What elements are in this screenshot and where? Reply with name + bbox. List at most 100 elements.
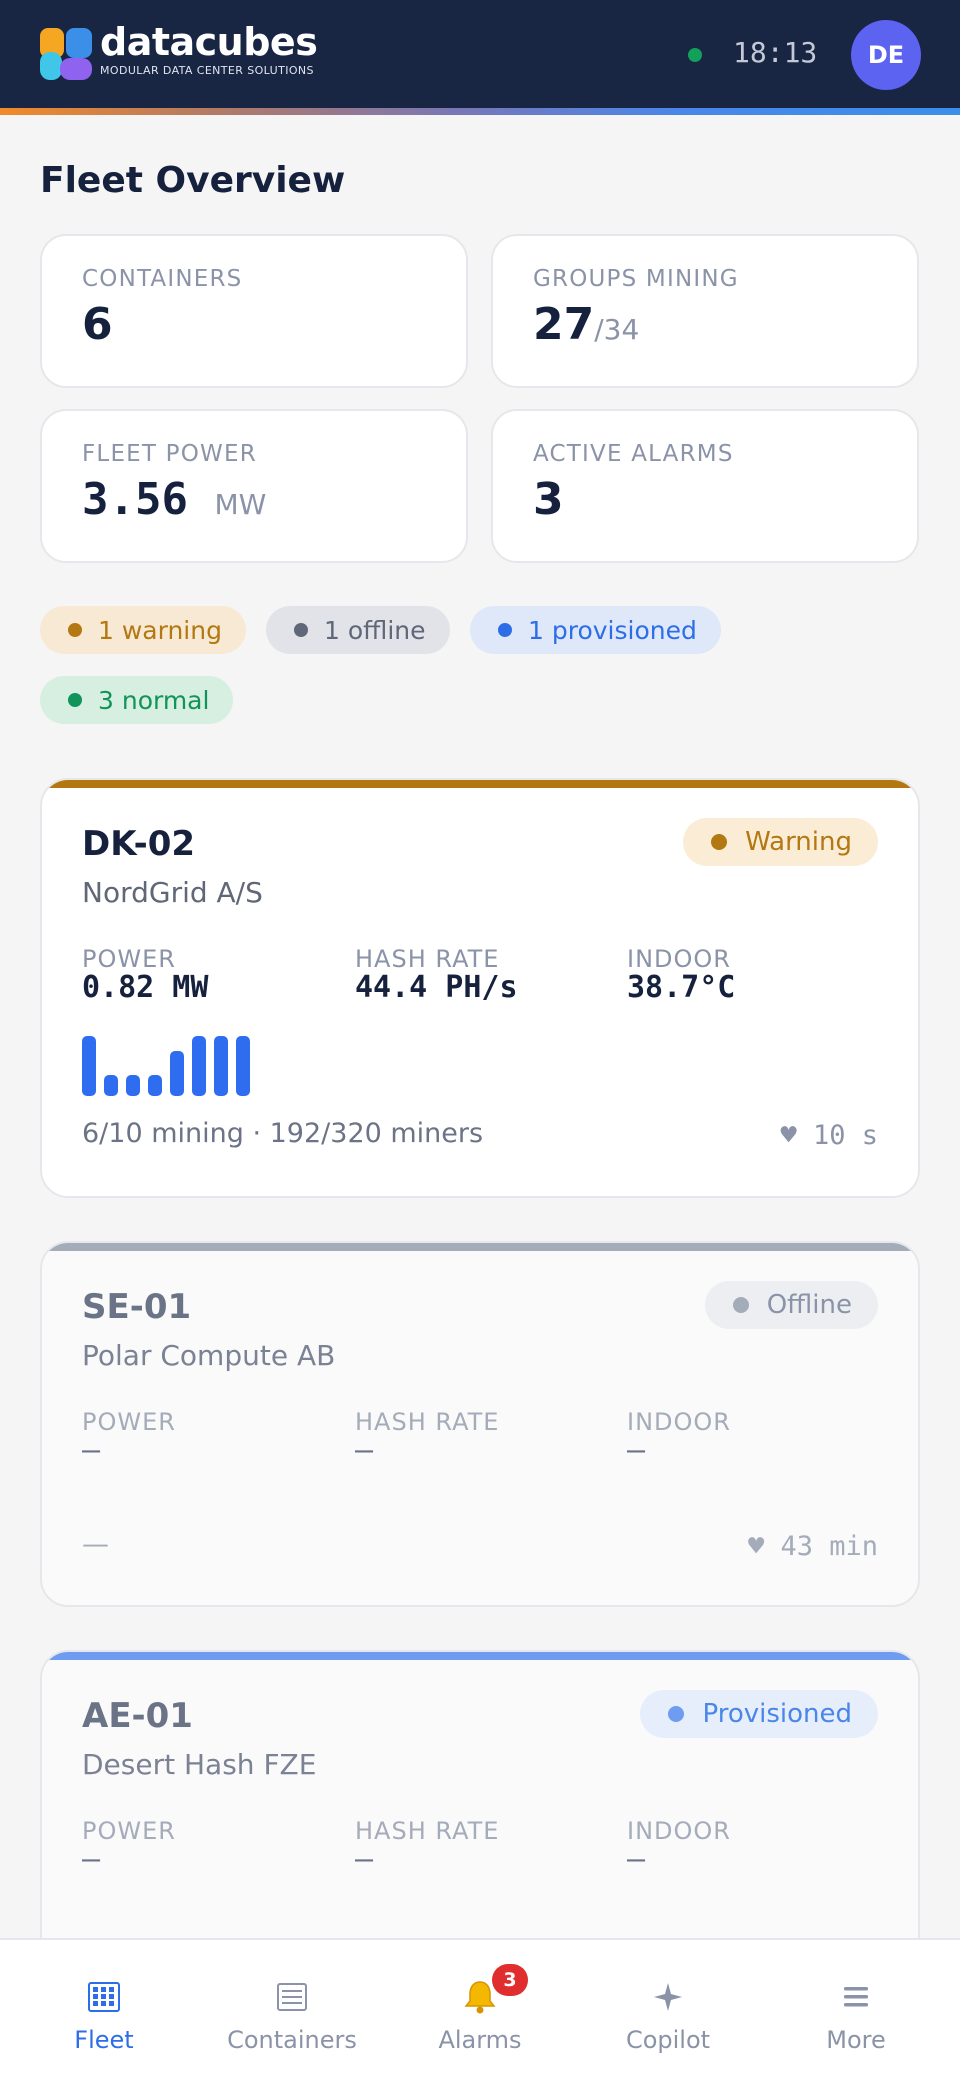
chip-label: 3 normal	[98, 685, 210, 715]
card-status-bar	[42, 1652, 918, 1660]
container-owner: Polar Compute AB	[82, 1339, 336, 1372]
chip-label: 1 provisioned	[528, 615, 697, 645]
group-bar	[82, 1036, 96, 1096]
stat-label: CONTAINERS	[82, 266, 243, 292]
header-accent-stripe	[0, 108, 960, 115]
group-bar	[170, 1051, 184, 1096]
container-card-ae-01[interactable]: AE-01 Desert Hash FZE Provisioned POWER …	[40, 1650, 920, 1980]
status-label: Warning	[745, 827, 852, 857]
status-dot	[68, 623, 82, 637]
metric-value: —	[355, 1433, 374, 1468]
stat-value: 6	[82, 299, 113, 350]
filter-chip-warning[interactable]: 1 warning	[40, 606, 246, 654]
user-avatar[interactable]: DE	[851, 20, 921, 90]
metric-label: INDOOR	[627, 1817, 731, 1845]
metric-label: INDOOR	[627, 945, 731, 973]
heartbeat: ♥ 10 s	[780, 1120, 878, 1151]
metric-value: —	[627, 1433, 646, 1468]
chip-label: 1 offline	[324, 615, 426, 645]
grid-icon	[8, 1978, 200, 2016]
tab-label: Fleet	[74, 2026, 134, 2054]
brand-name: datacubes	[100, 20, 318, 64]
bottom-tab-bar: Fleet Containers 3 Alarms Copilot More	[0, 1938, 960, 2078]
live-status-dot	[688, 48, 702, 62]
metric-indoor: INDOOR 38.7°C	[627, 946, 735, 1004]
bell-icon	[384, 1978, 576, 2016]
metric-power: POWER 0.82 MW	[82, 946, 208, 1004]
status-dot	[68, 693, 82, 707]
menu-icon	[760, 1978, 952, 2016]
container-card-dk-02[interactable]: DK-02 NordGrid A/S Warning POWER 0.82 MW…	[40, 778, 920, 1198]
tab-more[interactable]: More	[760, 1940, 952, 2078]
tab-label: Copilot	[625, 2026, 711, 2054]
page-title: Fleet Overview	[40, 160, 346, 201]
datacubes-logo[interactable]	[40, 28, 92, 80]
tab-copilot[interactable]: Copilot	[572, 1940, 764, 2078]
status-badge: Warning	[683, 818, 878, 866]
metric-label: HASH RATE	[355, 1408, 500, 1436]
status-label: Offline	[766, 1290, 852, 1320]
stat-label: GROUPS MINING	[533, 266, 739, 292]
clock: 18:13	[733, 36, 818, 69]
status-dot	[711, 834, 728, 850]
filter-chip-provisioned[interactable]: 1 provisioned	[470, 606, 721, 654]
group-bar	[104, 1075, 118, 1096]
metric-power: POWER —	[82, 1409, 176, 1467]
metric-value: —	[82, 1842, 101, 1877]
stat-fleet-power[interactable]: FLEET POWER 3.56 MW	[40, 409, 468, 563]
container-card-se-01[interactable]: SE-01 Polar Compute AB Offline POWER — H…	[40, 1241, 920, 1607]
metric-indoor: INDOOR —	[627, 1818, 731, 1876]
group-status-bars	[82, 1036, 262, 1096]
status-badge: Provisioned	[640, 1690, 878, 1738]
status-dot	[294, 623, 308, 637]
group-bar	[148, 1075, 162, 1096]
stat-groups-mining[interactable]: GROUPS MINING 27/34	[491, 234, 919, 388]
status-dot	[498, 623, 512, 637]
tab-containers[interactable]: Containers	[196, 1940, 388, 2078]
tab-label: Containers	[227, 2026, 357, 2054]
card-status-bar	[42, 1243, 918, 1251]
metric-label: POWER	[82, 1817, 176, 1845]
metric-label: INDOOR	[627, 1408, 731, 1436]
filter-chip-normal[interactable]: 3 normal	[40, 676, 234, 724]
status-label: Provisioned	[702, 1699, 852, 1729]
metric-label: HASH RATE	[355, 1817, 500, 1845]
metric-label: HASH RATE	[355, 945, 500, 973]
status-dot	[732, 1297, 749, 1313]
mining-summary: —	[82, 1529, 109, 1560]
container-id: DK-02	[82, 824, 196, 864]
stat-total: /34	[594, 313, 640, 346]
metric-power: POWER —	[82, 1818, 176, 1876]
container-owner: Desert Hash FZE	[82, 1748, 317, 1781]
stat-label: ACTIVE ALARMS	[533, 441, 734, 467]
sparkle-icon	[572, 1978, 764, 2016]
filter-chip-offline[interactable]: 1 offline	[266, 606, 450, 654]
status-badge: Offline	[704, 1281, 878, 1329]
metric-value: —	[627, 1842, 646, 1877]
stat-value-wrap: 27/34	[533, 300, 917, 355]
stat-label: FLEET POWER	[82, 441, 257, 467]
status-dot	[668, 1706, 685, 1722]
brand: datacubes MODULAR DATA CENTER SOLUTIONS	[100, 20, 318, 77]
stat-value: 3.56	[82, 474, 188, 525]
metric-label: POWER	[82, 945, 176, 973]
tab-alarms[interactable]: 3 Alarms	[384, 1940, 576, 2078]
stat-containers[interactable]: CONTAINERS 6	[40, 234, 468, 388]
metric-value: —	[355, 1842, 374, 1877]
tab-label: Alarms	[438, 2026, 522, 2054]
chip-label: 1 warning	[98, 615, 222, 645]
heartbeat: ♥ 43 min	[747, 1531, 878, 1562]
tab-label: More	[826, 2026, 886, 2054]
container-owner: NordGrid A/S	[82, 876, 263, 909]
stat-active-alarms[interactable]: ACTIVE ALARMS 3	[491, 409, 919, 563]
metric-value: 44.4 PH/s	[355, 970, 518, 1005]
card-status-bar	[42, 780, 918, 788]
metric-hashrate: HASH RATE 44.4 PH/s	[355, 946, 518, 1004]
metric-value: 38.7°C	[627, 970, 736, 1005]
metric-value: —	[82, 1433, 101, 1468]
container-id: AE-01	[82, 1696, 193, 1736]
stat-value-wrap: 3.56 MW	[82, 475, 466, 530]
brand-tagline: MODULAR DATA CENTER SOLUTIONS	[100, 64, 314, 77]
metric-hashrate: HASH RATE —	[355, 1409, 499, 1467]
tab-fleet[interactable]: Fleet	[8, 1940, 200, 2078]
